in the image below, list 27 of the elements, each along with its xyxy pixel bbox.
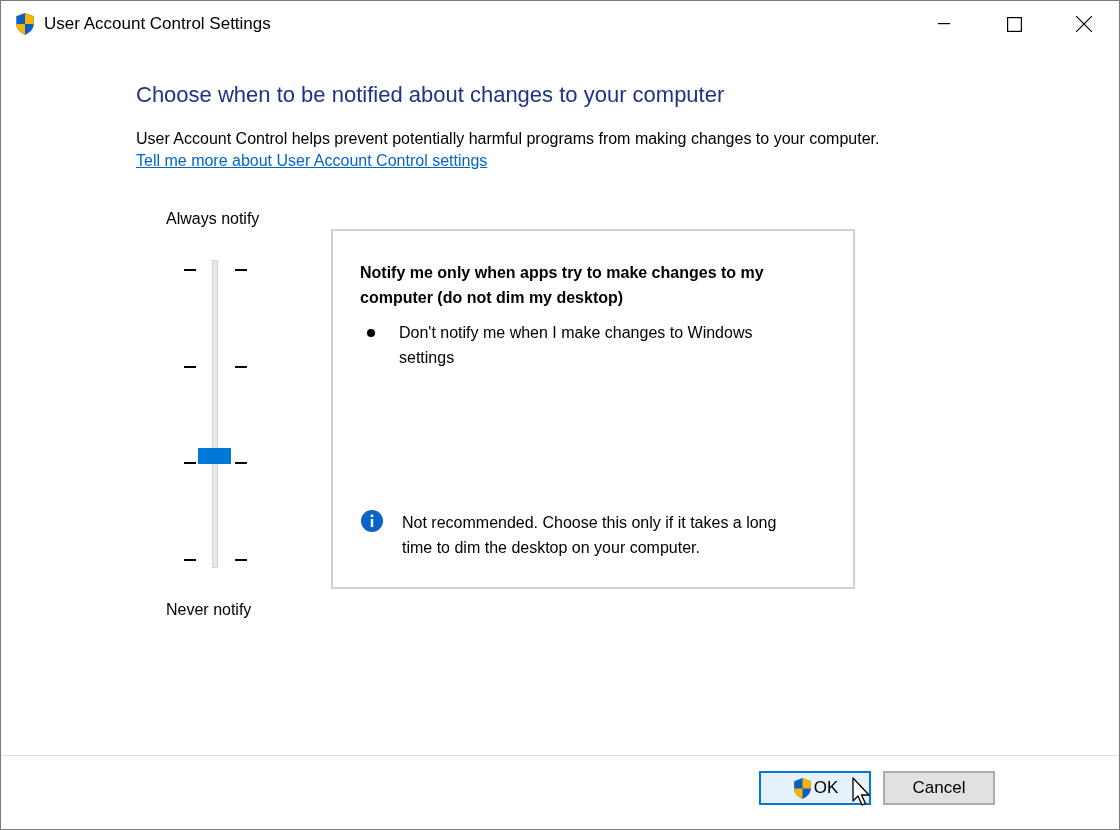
window-title: User Account Control Settings: [44, 13, 271, 36]
mouse-pointer-icon: [852, 777, 872, 806]
close-icon: [1076, 16, 1092, 32]
tick-mark: [184, 365, 196, 368]
maximize-icon: [1006, 16, 1022, 32]
slider-top-label: Always notify: [166, 209, 260, 229]
slider-thumb[interactable]: [198, 448, 231, 465]
dialog-button[interactable]: Cancel: [883, 771, 995, 805]
tick-mark: [235, 269, 247, 271]
description-text: User Account Control helps prevent potentially harmful programs from making changes to your computer.: [136, 129, 881, 149]
info-icon: [360, 509, 384, 533]
warning-note: Not recommended. Choose this only if it takes a long time to dim the desktop on your computer.: [402, 513, 778, 558]
slider-bottom-label: Never notify: [166, 600, 252, 620]
minimize-icon: [938, 23, 950, 25]
help-link[interactable]: Tell me more about User Account Control settings: [136, 150, 488, 172]
tick-mark: [184, 462, 196, 465]
tick-mark: [184, 559, 196, 562]
dialog-button[interactable]: OK: [759, 771, 871, 805]
tick-mark: [235, 462, 247, 465]
shield-icon: [14, 12, 36, 36]
tick-mark: [184, 269, 196, 271]
setting-title: Notify me only when apps try to make changes to my computer (do not dim my desktop): [360, 263, 765, 308]
tick-mark: [235, 559, 247, 562]
page-heading: Choose when to be notified about changes to your computer: [136, 81, 726, 109]
bullet-text: Don't notify me when I make changes to Windows settings: [399, 323, 754, 368]
bullet-icon: [366, 328, 376, 338]
tick-mark: [235, 365, 247, 368]
